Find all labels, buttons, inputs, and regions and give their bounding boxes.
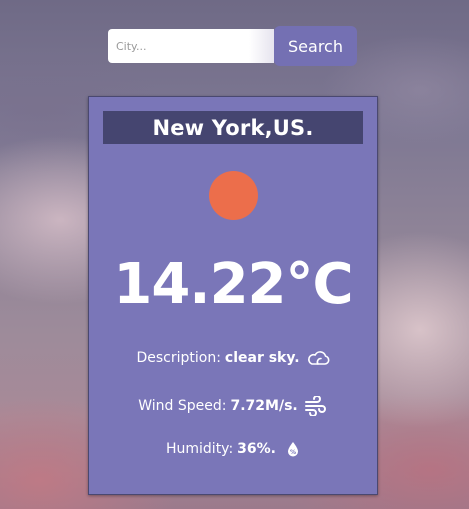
humidity-label: Humidity: [165, 441, 234, 457]
description-label: Description: [136, 350, 221, 366]
cloud-icon [306, 350, 330, 366]
search-bar: Search [108, 26, 357, 66]
city-search-input[interactable] [108, 29, 274, 63]
location-title: New York,US. [103, 111, 363, 144]
weather-card: New York,US. 14.22°C Description: clear … [88, 96, 378, 495]
water-drop-icon: % [286, 441, 300, 457]
wind-icon [304, 396, 328, 416]
description-value: clear sky. [224, 350, 300, 366]
description-row: Description: clear sky. [89, 350, 377, 366]
sun-icon [209, 171, 258, 220]
svg-text:%: % [290, 449, 296, 456]
wind-speed-row: Wind Speed: 7.72M/s. [89, 396, 377, 416]
temperature-display: 14.22°C [113, 252, 353, 317]
humidity-row: Humidity: 36%. % [89, 441, 377, 457]
search-button[interactable]: Search [274, 26, 357, 66]
wind-speed-value: 7.72M/s. [230, 398, 298, 414]
wind-speed-label: Wind Speed: [138, 398, 227, 414]
humidity-value: 36%. [237, 441, 276, 457]
